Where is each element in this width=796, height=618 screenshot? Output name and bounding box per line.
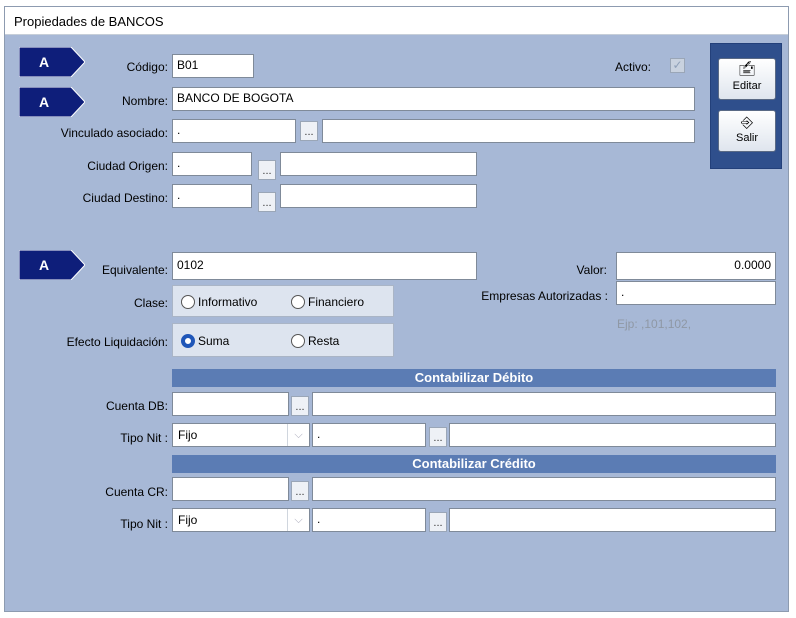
- ciudad-destino-code-field[interactable]: .: [172, 184, 252, 208]
- window-title: Propiedades de BANCOS: [14, 14, 164, 29]
- activo-label: Activo:: [615, 60, 652, 74]
- valor-field[interactable]: 0.0000: [616, 252, 776, 280]
- ciudad-destino-label: Ciudad Destino:: [82, 191, 168, 205]
- clase-informativo-radio[interactable]: Informativo: [181, 295, 257, 309]
- badge-label: A: [39, 94, 50, 110]
- radio-label: Resta: [308, 334, 340, 348]
- badge-label: A: [39, 54, 50, 70]
- cuenta-db-label: Cuenta DB:: [105, 399, 168, 413]
- nit-db-desc-field[interactable]: [449, 423, 776, 447]
- chevron-down-icon: ⌵: [287, 424, 309, 446]
- efecto-label: Efecto Liquidación:: [66, 335, 168, 349]
- salir-label: Salir: [735, 132, 758, 144]
- tipo-nit-cr-value: Fijo: [178, 513, 198, 527]
- credito-section-header: Contabilizar Crédito: [172, 455, 776, 473]
- clase-financiero-radio[interactable]: Financiero: [291, 295, 364, 309]
- cuenta-db-lookup-button[interactable]: ...: [291, 396, 309, 416]
- ciudad-destino-lookup-button[interactable]: ...: [258, 192, 276, 212]
- vinculado-code-field[interactable]: .: [172, 119, 296, 143]
- ciudad-origen-desc-field[interactable]: [280, 152, 477, 176]
- clase-radio-group: Informativo Financiero: [172, 285, 394, 317]
- nit-cr-lookup-button[interactable]: ...: [429, 512, 447, 532]
- tipo-nit-db-label: Tipo Nit :: [120, 431, 168, 445]
- nombre-label: Nombre:: [121, 94, 168, 108]
- salir-button[interactable]: ⎆ Salir: [718, 110, 776, 152]
- equivalente-label: Equivalente:: [101, 263, 168, 277]
- tipo-nit-db-value: Fijo: [178, 428, 198, 442]
- ciudad-origen-label: Ciudad Origen:: [87, 159, 168, 173]
- nit-cr-code-field[interactable]: .: [312, 508, 426, 532]
- efecto-suma-radio[interactable]: Suma: [181, 334, 229, 348]
- exit-door-icon: ⎆: [740, 114, 753, 131]
- cuenta-db-desc-field[interactable]: [312, 392, 776, 416]
- properties-window: Propiedades de BANCOS A A A Código: B01 …: [4, 6, 789, 612]
- nit-cr-desc-field[interactable]: [449, 508, 776, 532]
- codigo-label: Código:: [126, 60, 168, 74]
- nit-db-lookup-button[interactable]: ...: [429, 427, 447, 447]
- vinculado-lookup-button[interactable]: ...: [300, 121, 318, 141]
- annotation-badge: A: [19, 87, 85, 117]
- radio-circle: [291, 334, 305, 348]
- activo-checkbox[interactable]: ✓: [670, 58, 685, 73]
- editar-label: Editar: [732, 80, 762, 92]
- tipo-nit-db-select[interactable]: Fijo ⌵: [172, 423, 310, 447]
- empresas-hint: Ejp: ,101,102,: [617, 317, 692, 331]
- cuenta-cr-desc-field[interactable]: [312, 477, 776, 501]
- ciudad-destino-desc-field[interactable]: [280, 184, 477, 208]
- cuenta-cr-field[interactable]: [172, 477, 289, 501]
- vinculado-desc-field[interactable]: [322, 119, 695, 143]
- ciudad-origen-lookup-button[interactable]: ...: [258, 160, 276, 180]
- annotation-badge: A: [19, 250, 85, 280]
- equivalente-field[interactable]: 0102: [172, 252, 477, 280]
- cuenta-cr-lookup-button[interactable]: ...: [291, 481, 309, 501]
- efecto-resta-radio[interactable]: Resta: [291, 334, 339, 348]
- empresas-label: Empresas Autorizadas :: [481, 289, 608, 303]
- action-panel: 🖆 Editar ⎆ Salir: [710, 43, 782, 169]
- clase-label: Clase:: [133, 296, 168, 310]
- tipo-nit-cr-select[interactable]: Fijo ⌵: [172, 508, 310, 532]
- edit-icon: 🖆: [738, 62, 756, 79]
- tipo-nit-cr-label: Tipo Nit :: [120, 517, 168, 531]
- radio-circle: [291, 295, 305, 309]
- radio-label: Informativo: [198, 295, 258, 309]
- radio-label: Suma: [198, 334, 230, 348]
- title-bar: Propiedades de BANCOS: [5, 7, 788, 35]
- valor-label: Valor:: [576, 263, 607, 277]
- cuenta-cr-label: Cuenta CR:: [105, 485, 168, 499]
- editar-button[interactable]: 🖆 Editar: [718, 58, 776, 100]
- codigo-field[interactable]: B01: [172, 54, 254, 78]
- cuenta-db-field[interactable]: [172, 392, 289, 416]
- badge-label: A: [39, 257, 50, 273]
- radio-label: Financiero: [308, 295, 365, 309]
- nit-db-code-field[interactable]: .: [312, 423, 426, 447]
- debito-section-header: Contabilizar Débito: [172, 369, 776, 387]
- efecto-radio-group: Suma Resta: [172, 323, 394, 357]
- vinculado-label: Vinculado asociado:: [60, 126, 168, 140]
- nombre-field[interactable]: BANCO DE BOGOTA: [172, 87, 695, 111]
- radio-circle: [181, 295, 195, 309]
- annotation-badge: A: [19, 47, 85, 77]
- chevron-down-icon: ⌵: [287, 509, 309, 531]
- empresas-field[interactable]: .: [616, 281, 776, 305]
- ciudad-origen-code-field[interactable]: .: [172, 152, 252, 176]
- radio-circle-selected: [181, 334, 195, 348]
